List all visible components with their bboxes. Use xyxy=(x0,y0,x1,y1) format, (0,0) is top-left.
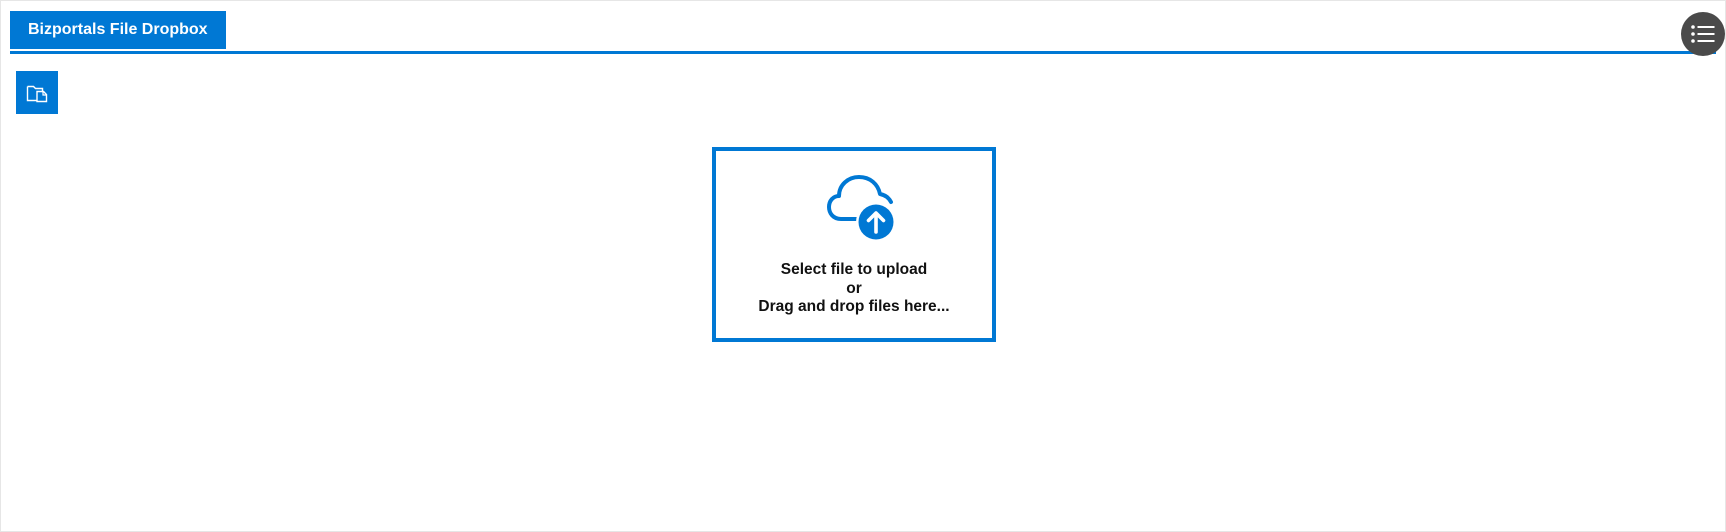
dropzone-instructions: Select file to upload or Drag and drop f… xyxy=(716,261,992,317)
drag-drop-text: Drag and drop files here... xyxy=(758,298,950,315)
list-icon xyxy=(1691,25,1715,43)
cloud-upload-icon xyxy=(827,175,896,242)
open-folder-button[interactable] xyxy=(16,71,58,114)
app-frame: Bizportals File Dropbox Select file to u… xyxy=(0,0,1726,532)
file-dropzone[interactable]: Select file to upload or Drag and drop f… xyxy=(712,147,996,342)
header-tab-bar: Bizportals File Dropbox xyxy=(10,11,1725,56)
menu-button[interactable] xyxy=(1681,12,1725,56)
app-title: Bizportals File Dropbox xyxy=(28,21,208,38)
select-file-text: Select file to upload xyxy=(780,261,928,278)
app-title-tab[interactable]: Bizportals File Dropbox xyxy=(10,11,226,49)
folder-icon xyxy=(26,85,48,102)
or-text: or xyxy=(846,279,862,297)
